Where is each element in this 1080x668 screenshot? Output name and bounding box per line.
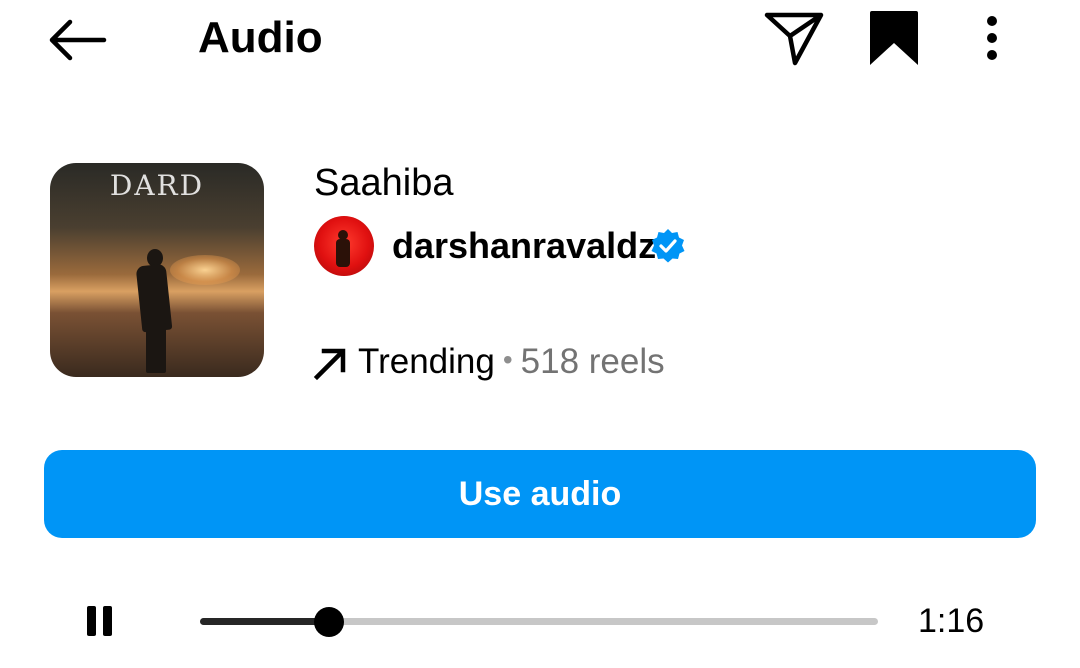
save-button[interactable] bbox=[858, 4, 930, 72]
reels-count[interactable]: 518 reels bbox=[521, 342, 665, 381]
audio-progress-bar[interactable] bbox=[200, 607, 878, 637]
verified-badge-icon bbox=[650, 228, 686, 264]
more-options-button[interactable] bbox=[968, 4, 1016, 72]
album-cover[interactable]: DARD bbox=[50, 163, 264, 377]
separator-dot: • bbox=[502, 344, 513, 375]
song-title: Saahiba bbox=[314, 162, 454, 204]
bookmark-icon bbox=[870, 11, 918, 65]
time-remaining: 1:16 bbox=[918, 602, 985, 640]
arrow-left-icon bbox=[49, 19, 107, 61]
paper-plane-icon bbox=[764, 12, 824, 66]
progress-fill bbox=[200, 618, 329, 625]
artist-name-link[interactable]: darshanravaldz bbox=[392, 224, 656, 268]
use-audio-button[interactable]: Use audio bbox=[44, 450, 1036, 538]
trending-info: Trending • 518 reels bbox=[358, 340, 665, 386]
cover-title: DARD bbox=[109, 169, 205, 202]
page-title: Audio bbox=[198, 13, 323, 62]
back-button[interactable] bbox=[40, 8, 112, 72]
share-button[interactable] bbox=[758, 4, 830, 72]
pause-button[interactable] bbox=[76, 596, 124, 646]
pause-icon bbox=[87, 606, 112, 636]
cover-figure-legs bbox=[146, 323, 166, 373]
more-vertical-icon bbox=[987, 16, 997, 60]
cover-sun bbox=[170, 255, 240, 285]
avatar-figure-body bbox=[336, 239, 350, 267]
artist-avatar[interactable] bbox=[314, 216, 374, 276]
trending-label: Trending bbox=[358, 342, 495, 381]
progress-knob[interactable] bbox=[313, 607, 344, 637]
trending-arrow-icon bbox=[312, 344, 348, 382]
